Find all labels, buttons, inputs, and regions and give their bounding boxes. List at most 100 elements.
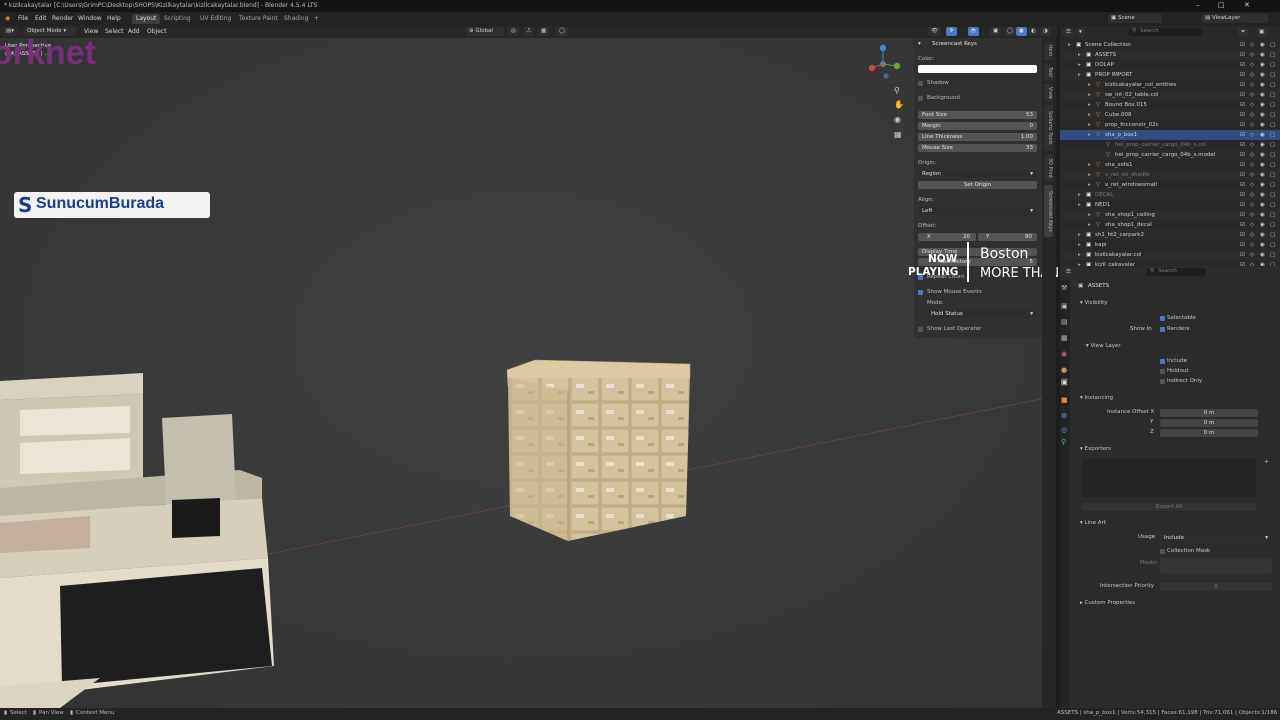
outliner-row[interactable]: ▸ ▣ sh1_ht2_carpark2 ☑ ◇ ◉ ▢ <box>1060 230 1280 240</box>
expand-arrow-icon[interactable]: ▸ <box>1088 80 1091 90</box>
blender-logo-icon[interactable]: ◉ <box>5 15 10 22</box>
eye-icon[interactable]: ◉ <box>1260 100 1265 110</box>
checkbox-icon[interactable]: ☑ <box>1240 140 1245 150</box>
expand-arrow-icon[interactable]: ▸ <box>1088 180 1091 190</box>
eye-icon[interactable]: ◉ <box>1260 250 1265 260</box>
tab-item[interactable]: Item <box>1044 42 1053 60</box>
eye-icon[interactable]: ◉ <box>1260 200 1265 210</box>
select-toggle-icon[interactable]: ◇ <box>1250 230 1254 240</box>
eye-icon[interactable]: ◉ <box>1260 150 1265 160</box>
expand-arrow-icon[interactable]: ▸ <box>1078 60 1081 70</box>
select-toggle-icon[interactable]: ◇ <box>1250 250 1254 260</box>
menu-file[interactable]: File <box>18 15 28 22</box>
modifier-tab-icon[interactable]: ⚙ <box>1061 412 1067 420</box>
workspace-tab-layout[interactable]: Layout <box>132 14 161 24</box>
view-layer-tab-icon[interactable]: ▦ <box>1061 334 1068 342</box>
editor-type-button[interactable]: ▤▾ <box>3 27 17 36</box>
checkbox-icon[interactable]: ☑ <box>1240 160 1245 170</box>
overlays-toggle-icon[interactable]: ◓ <box>968 27 979 36</box>
eye-icon[interactable]: ◉ <box>1260 90 1265 100</box>
export-all-button[interactable]: Export All <box>1082 503 1256 511</box>
render-icon[interactable]: ▢ <box>1270 190 1275 200</box>
viewport-menu-add[interactable]: Add <box>128 28 140 35</box>
outliner-row[interactable]: ▽ hei_prop_carrier_cargo_04b_s.model ☑ ◇ ◉ ▢ <box>1060 150 1280 160</box>
outliner-row[interactable]: ▸ ▣ Scene Collection ☑ ◇ ◉ ▢ <box>1060 40 1280 50</box>
select-toggle-icon[interactable]: ◇ <box>1250 150 1254 160</box>
select-toggle-icon[interactable]: ◇ <box>1250 60 1254 70</box>
outliner-row[interactable]: ▸ ▣ NED1 ☑ ◇ ◉ ▢ <box>1060 200 1280 210</box>
checkbox-icon[interactable]: ☑ <box>1240 60 1245 70</box>
render-icon[interactable]: ▢ <box>1270 180 1275 190</box>
eye-icon[interactable]: ◉ <box>1260 60 1265 70</box>
show-last-operator-checkbox[interactable] <box>918 327 923 332</box>
outliner-editor-icon[interactable]: ☰ <box>1063 28 1074 37</box>
expand-arrow-icon[interactable]: ▸ <box>1088 170 1091 180</box>
viewport-menu-select[interactable]: Select <box>105 28 124 35</box>
render-icon[interactable]: ▢ <box>1270 170 1275 180</box>
view-layer-selector[interactable]: ▤ ViewLayer <box>1202 14 1268 23</box>
render-icon[interactable]: ▢ <box>1270 100 1275 110</box>
render-icon[interactable]: ▢ <box>1270 160 1275 170</box>
outliner-row[interactable]: ▸ ▽ prop_fncconstr_02c ☑ ◇ ◉ ▢ <box>1060 120 1280 130</box>
collection-mask-checkbox[interactable] <box>1160 549 1165 554</box>
tool-tab-icon[interactable]: ⚒ <box>1061 284 1067 292</box>
render-icon[interactable]: ▢ <box>1270 240 1275 250</box>
workspace-tab-scripting[interactable]: Scripting <box>160 14 195 24</box>
workspace-tab-uv-editing[interactable]: UV Editing <box>196 14 235 24</box>
render-icon[interactable]: ▢ <box>1270 230 1275 240</box>
select-toggle-icon[interactable]: ◇ <box>1250 40 1254 50</box>
show-mouse-events-checkbox[interactable] <box>918 290 923 295</box>
eye-icon[interactable]: ◉ <box>1260 220 1265 230</box>
indirect-only-checkbox[interactable] <box>1160 379 1165 384</box>
select-toggle-icon[interactable]: ◇ <box>1250 190 1254 200</box>
checkbox-icon[interactable]: ☑ <box>1240 110 1245 120</box>
tab-3d-print[interactable]: 3D Print <box>1044 154 1053 182</box>
selectable-checkbox[interactable] <box>1160 316 1165 321</box>
expand-arrow-icon[interactable]: ▸ <box>1088 210 1091 220</box>
add-workspace-button[interactable]: + <box>310 14 323 24</box>
pan-hand-icon[interactable]: ✋ <box>894 100 904 109</box>
select-toggle-icon[interactable]: ◇ <box>1250 120 1254 130</box>
offset-x-field[interactable]: X 20 <box>918 233 976 241</box>
color-swatch[interactable] <box>918 65 1037 73</box>
xray-icon[interactable]: ▣ <box>990 27 1002 36</box>
maximize-icon[interactable]: □ <box>1218 1 1225 9</box>
margin-field[interactable]: Margin 0 <box>918 122 1037 130</box>
outliner-row[interactable]: ▸ ▣ kapi ☑ ◇ ◉ ▢ <box>1060 240 1280 250</box>
scene-selector[interactable]: ▣ Scene <box>1108 14 1162 23</box>
new-collection-icon[interactable]: ▣ <box>1256 28 1268 37</box>
holdout-checkbox[interactable] <box>1160 369 1165 374</box>
expand-arrow-icon[interactable]: ▸ <box>1078 250 1081 260</box>
checkbox-icon[interactable]: ☑ <box>1240 200 1245 210</box>
close-icon[interactable]: ✕ <box>1244 1 1250 9</box>
expand-arrow-icon[interactable]: ▸ <box>1088 110 1091 120</box>
properties-search-input[interactable]: ⚲ Search <box>1146 268 1206 276</box>
minimize-icon[interactable]: – <box>1196 1 1200 9</box>
panel-collapse-icon[interactable]: ▾ <box>918 41 921 47</box>
expand-arrow-icon[interactable]: ▸ <box>1088 100 1091 110</box>
render-icon[interactable]: ▢ <box>1270 200 1275 210</box>
outliner-row[interactable]: ▸ ▽ sw_int_02_table.col ☑ ◇ ◉ ▢ <box>1060 90 1280 100</box>
exporters-list[interactable] <box>1082 459 1256 497</box>
checkbox-icon[interactable]: ☑ <box>1240 40 1245 50</box>
outliner-row[interactable]: ▸ ▽ sha_sofa1 ☑ ◇ ◉ ▢ <box>1060 160 1280 170</box>
properties-editor-icon[interactable]: ☰ <box>1063 268 1074 277</box>
usage-dropdown[interactable]: Include ▾ <box>1160 534 1272 542</box>
grid-view-icon[interactable]: ▦ <box>894 130 902 139</box>
outliner-row[interactable]: ▸ ▣ ASSETS ☑ ◇ ◉ ▢ <box>1060 50 1280 60</box>
eye-icon[interactable]: ◉ <box>1260 110 1265 120</box>
checkbox-icon[interactable]: ☑ <box>1240 150 1245 160</box>
select-toggle-icon[interactable]: ◇ <box>1250 90 1254 100</box>
3d-viewport[interactable]: User Perspective (14) ASSETS | ... orkne… <box>0 38 1046 708</box>
outliner-row[interactable]: ▸ ▣ PROP IMPORT ☑ ◇ ◉ ▢ <box>1060 70 1280 80</box>
outliner-row[interactable]: ▸ ▣ kizilcakayalar.col ☑ ◇ ◉ ▢ <box>1060 250 1280 260</box>
checkbox-icon[interactable]: ☑ <box>1240 220 1245 230</box>
select-toggle-icon[interactable]: ◇ <box>1250 110 1254 120</box>
shading-material-icon[interactable]: ◐ <box>1028 27 1039 36</box>
eye-icon[interactable]: ◉ <box>1260 140 1265 150</box>
checkbox-icon[interactable]: ☑ <box>1240 210 1245 220</box>
select-toggle-icon[interactable]: ◇ <box>1250 180 1254 190</box>
pivot-icon[interactable]: ◎ <box>508 27 519 36</box>
intersection-priority-field[interactable]: 0 <box>1160 583 1272 591</box>
gizmo-toggle-icon[interactable]: ❖ <box>946 27 957 36</box>
